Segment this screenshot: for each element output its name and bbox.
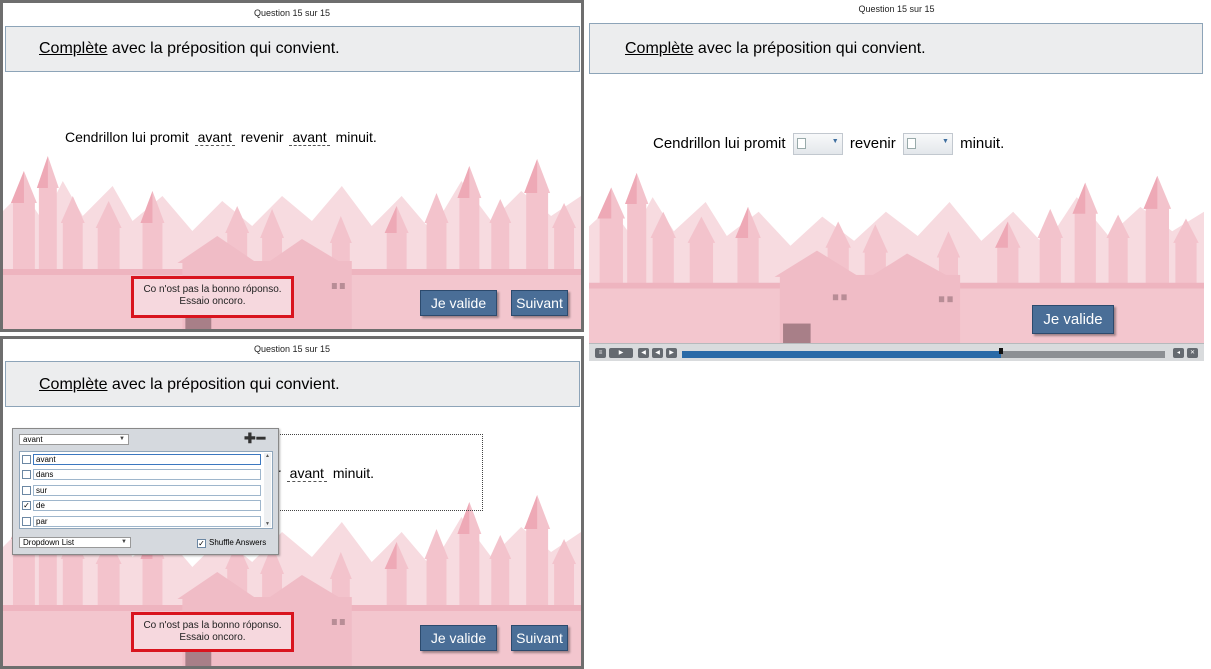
option-text[interactable]: avant (33, 454, 261, 465)
chevron-down-icon: ▼ (941, 138, 949, 145)
chevron-down-icon: ▼ (121, 539, 127, 545)
progress-thumb[interactable] (998, 348, 1003, 354)
forward-icon[interactable]: ▶ (666, 348, 677, 358)
back-icon[interactable]: ◀ (652, 348, 663, 358)
option-checkbox[interactable] (22, 486, 31, 495)
scroll-down-icon[interactable]: ▼ (264, 521, 271, 527)
instruction-keyword: Complète (39, 376, 108, 393)
next-button[interactable]: Suivant (511, 290, 568, 316)
option-text[interactable]: sur (33, 485, 261, 496)
sentence-part: Cendrillon lui promit (653, 134, 790, 152)
instruction-text: Complète avec la préposition qui convien… (39, 40, 340, 58)
rewind-icon[interactable]: ◀ (638, 348, 649, 358)
feedback-line-2: Essaio oncoro. (179, 632, 246, 643)
scroll-up-icon[interactable]: ▲ (264, 453, 271, 459)
options-list: avant dans sur ✓ de par ▲ ▼ (19, 451, 273, 529)
option-row[interactable]: par (22, 516, 261, 528)
shuffle-label: Shuffle Answers (209, 538, 267, 547)
question-counter: Question 15 sur 15 (858, 4, 935, 14)
chevron-down-icon: ▼ (119, 436, 125, 442)
toc-icon[interactable]: ≡ (595, 348, 606, 358)
option-row[interactable]: sur (22, 485, 261, 497)
next-button[interactable]: Suivant (511, 625, 568, 651)
playback-bar: ≡ ▶ ◀ ◀ ▶ ◂ ✕ (589, 343, 1204, 361)
question-sentence-visible: ir avant minuit. (273, 465, 374, 482)
play-icon[interactable]: ▶ (609, 348, 633, 358)
option-row[interactable]: dans (22, 469, 261, 481)
option-checkbox[interactable] (22, 517, 31, 526)
sentence-part: minuit. (332, 465, 375, 481)
progress-track[interactable] (682, 351, 1165, 358)
chevron-down-icon: ▼ (831, 138, 839, 145)
dropdown-editor-panel: avant ▼ ✚━ avant dans sur ✓ de par ▲ ▼ D… (12, 428, 279, 555)
quiz-slide-preview-feedback: Question 15 sur 15 Complète avec la prép… (0, 0, 584, 332)
sentence-part: revenir (236, 129, 288, 145)
answer-blank-2[interactable]: avant (286, 465, 327, 482)
sentence-part: Cendrillon lui promit (65, 129, 193, 145)
feedback-box: Co n'ost pas la bonno róponso. Essaio on… (131, 276, 294, 318)
shuffle-checkbox[interactable]: ✓ (197, 539, 206, 549)
instruction-bar: Complète avec la préposition qui convien… (5, 361, 580, 407)
option-checkbox-checked[interactable]: ✓ (22, 501, 31, 510)
question-counter: Question 15 sur 15 (253, 8, 331, 18)
instruction-keyword: Complète (39, 40, 108, 57)
answer-select[interactable]: avant ▼ (19, 434, 129, 445)
quiz-slide-editor: Question 15 sur 15 Complète avec la prép… (0, 336, 584, 669)
broken-image-icon (796, 138, 806, 149)
sentence-part: minuit. (955, 134, 1005, 152)
instruction-text: Complète avec la préposition qui convien… (39, 376, 340, 394)
answer-select-value: avant (23, 435, 43, 444)
validate-button[interactable]: Je valide (420, 625, 497, 651)
answer-blank-1[interactable]: avant (194, 129, 235, 146)
feedback-box: Co n'ost pas la bonno róponso. Essaio on… (131, 612, 294, 652)
progress-fill (682, 351, 1001, 358)
answer-dropdown-2[interactable]: ▼ (902, 133, 953, 155)
sentence-part: minuit. (331, 129, 377, 145)
answer-type-select[interactable]: Dropdown List ▼ (19, 537, 131, 548)
feedback-line-2: Essaio oncoro. (179, 296, 246, 307)
add-remove-controls: ✚━ (244, 430, 266, 447)
plus-icon[interactable]: ✚ (244, 430, 257, 446)
feedback-line-1: Co n'ost pas la bonno róponso. (143, 284, 282, 295)
volume-icon[interactable]: ◂ (1173, 348, 1184, 358)
option-text[interactable]: dans (33, 469, 261, 480)
instruction-text: Complète avec la préposition qui convien… (625, 40, 926, 58)
instruction-rest: avec la préposition qui convient. (107, 40, 340, 57)
broken-image-icon (906, 138, 916, 149)
option-text[interactable]: de (33, 500, 261, 511)
question-counter: Question 15 sur 15 (253, 344, 331, 354)
instruction-rest: avec la préposition qui convient. (107, 376, 340, 393)
option-row[interactable]: avant (22, 454, 261, 466)
sentence-part: revenir (845, 134, 900, 152)
instruction-keyword: Complète (625, 40, 694, 57)
quiz-slide-published: Question 15 sur 15 Complète avec la prép… (589, 0, 1204, 364)
validate-button[interactable]: Je valide (420, 290, 497, 316)
instruction-bar: Complète avec la préposition qui convien… (589, 23, 1203, 74)
option-text[interactable]: par (33, 516, 261, 527)
options-scrollbar[interactable]: ▲ ▼ (264, 453, 271, 527)
shuffle-answers-toggle[interactable]: ✓ Shuffle Answers (197, 538, 267, 549)
instruction-rest: avec la préposition qui convient. (693, 40, 926, 57)
question-sentence: Cendrillon lui promit avant revenir avan… (65, 129, 377, 146)
answer-type-value: Dropdown List (23, 538, 75, 547)
minus-icon[interactable]: ━ (257, 430, 266, 446)
option-row[interactable]: ✓ de (22, 500, 261, 512)
answer-dropdown-1[interactable]: ▼ (792, 133, 843, 155)
validate-button[interactable]: Je valide (1032, 305, 1114, 334)
close-icon[interactable]: ✕ (1187, 348, 1198, 358)
answer-blank-2[interactable]: avant (289, 129, 330, 146)
instruction-bar: Complète avec la préposition qui convien… (5, 26, 580, 72)
feedback-line-1: Co n'ost pas la bonno róponso. (143, 620, 282, 631)
option-checkbox[interactable] (22, 470, 31, 479)
question-sentence: Cendrillon lui promit ▼ revenir ▼ minuit… (653, 133, 1004, 155)
option-checkbox[interactable] (22, 455, 31, 464)
